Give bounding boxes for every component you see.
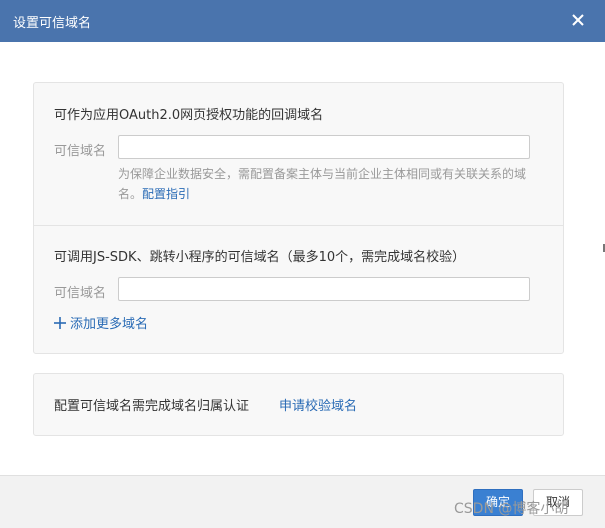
apply-verify-domain-link[interactable]: 申请校验域名 [279,395,357,414]
trusted-domain-panel: 可作为应用OAuth2.0网页授权功能的回调域名 可信域名 为保障企业数据安全，… [33,82,564,354]
jssdk-domain-label: 可信域名 [54,286,107,301]
oauth-domain-label: 可信域名 [54,144,107,159]
section-divider [34,225,563,226]
add-more-domains-button[interactable]: 添加更多域名 [54,313,148,332]
jssdk-domain-input[interactable] [118,277,530,301]
config-guide-link[interactable]: 配置指引 [142,187,190,201]
dialog-footer: 确定 取消 [0,475,605,528]
oauth-section-title: 可作为应用OAuth2.0网页授权功能的回调域名 [54,108,324,123]
confirm-button[interactable]: 确定 [473,489,523,516]
dialog-title: 设置可信域名 [13,16,92,31]
oauth-domain-hint: 为保障企业数据安全，需配置备案主体与当前企业主体相同或有关联关系的域名。配置指引 [118,164,548,204]
dialog-titlebar: 设置可信域名 [0,0,605,42]
plus-icon [54,316,66,329]
add-more-label: 添加更多域名 [70,317,149,332]
jssdk-section-title: 可调用JS-SDK、跳转小程序的可信域名（最多10个，需完成域名校验） [54,250,466,265]
domain-verification-panel: 配置可信域名需完成域名归属认证 申请校验域名 [33,373,564,436]
cancel-button[interactable]: 取消 [533,489,583,516]
oauth-domain-input[interactable] [118,135,530,159]
verification-notice: 配置可信域名需完成域名归属认证 [54,399,250,414]
close-icon[interactable] [567,9,589,31]
